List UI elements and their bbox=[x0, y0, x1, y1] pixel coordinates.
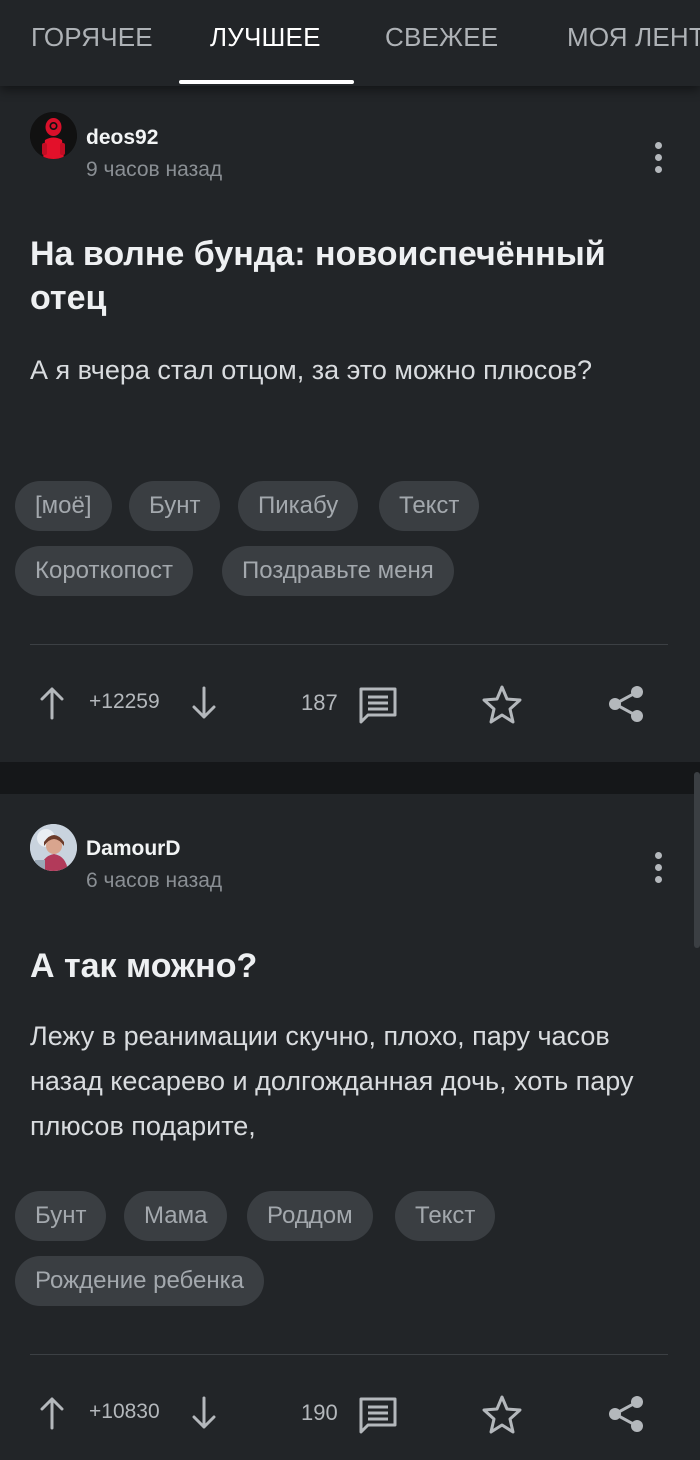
post-text: Лежу в реанимации скучно, плохо, пару ча… bbox=[30, 1021, 634, 1141]
post-card: deos92 9 часов назад На волне бунда: нов… bbox=[0, 86, 700, 762]
avatar[interactable] bbox=[30, 824, 77, 871]
more-vertical-icon[interactable] bbox=[648, 852, 670, 886]
more-vertical-icon[interactable] bbox=[648, 142, 670, 176]
star-icon[interactable] bbox=[481, 684, 523, 724]
post-actions: +12259 187 bbox=[0, 674, 700, 734]
tag-chip[interactable]: Роддом bbox=[247, 1191, 373, 1241]
comment-icon[interactable] bbox=[358, 686, 398, 724]
author-username[interactable]: deos92 bbox=[86, 126, 158, 150]
squid-game-guard-avatar-icon bbox=[30, 112, 77, 159]
post-time: 6 часов назад bbox=[86, 869, 223, 892]
comments-count[interactable]: 190 bbox=[301, 1400, 338, 1426]
user-photo-avatar-icon bbox=[30, 824, 77, 871]
rating-value: +10830 bbox=[89, 1400, 160, 1423]
scrollbar[interactable] bbox=[694, 772, 700, 948]
feed-tabs: ГОРЯЧЕЕ ЛУЧШЕЕ СВЕЖЕЕ МОЯ ЛЕНТА bbox=[0, 0, 700, 86]
active-tab-indicator bbox=[179, 80, 354, 84]
arrow-up-icon[interactable] bbox=[38, 686, 66, 720]
tag-chip[interactable]: Бунт bbox=[15, 1191, 107, 1241]
divider bbox=[30, 644, 668, 645]
divider bbox=[30, 1354, 668, 1355]
tag-chip[interactable]: Текст bbox=[379, 481, 480, 531]
post-actions: +10830 190 bbox=[0, 1384, 700, 1444]
post-title[interactable]: На волне бунда: новоиспечённый отец bbox=[30, 232, 680, 320]
rating-value: +12259 bbox=[89, 690, 160, 713]
tag-chip[interactable]: Поздравьте меня bbox=[222, 546, 454, 596]
tab-hot[interactable]: ГОРЯЧЕЕ bbox=[31, 22, 153, 53]
arrow-down-icon[interactable] bbox=[190, 1396, 218, 1430]
tag-chip[interactable]: Бунт bbox=[129, 481, 221, 531]
author-username[interactable]: DamourD bbox=[86, 837, 181, 861]
share-icon[interactable] bbox=[606, 1394, 646, 1434]
post-time: 9 часов назад bbox=[86, 158, 223, 181]
comments-count[interactable]: 187 bbox=[301, 690, 338, 716]
tag-chip[interactable]: Мама bbox=[124, 1191, 228, 1241]
avatar[interactable] bbox=[30, 112, 77, 159]
comment-icon[interactable] bbox=[358, 1396, 398, 1434]
tab-best[interactable]: ЛУЧШЕЕ bbox=[210, 22, 321, 53]
post-card: DamourD 6 часов назад А так можно? Лежу … bbox=[0, 794, 700, 1460]
tag-chip[interactable]: [моё] bbox=[15, 481, 112, 531]
tag-chip[interactable]: Рождение ребенка bbox=[15, 1256, 264, 1306]
tag-chip[interactable]: Пикабу bbox=[238, 481, 359, 531]
tab-my-feed[interactable]: МОЯ ЛЕНТА bbox=[567, 22, 700, 53]
tab-fresh[interactable]: СВЕЖЕЕ bbox=[385, 22, 498, 53]
tag-chip[interactable]: Короткопост bbox=[15, 546, 193, 596]
tag-chip[interactable]: Текст bbox=[395, 1191, 496, 1241]
arrow-down-icon[interactable] bbox=[190, 686, 218, 720]
star-icon[interactable] bbox=[481, 1394, 523, 1434]
post-title[interactable]: А так можно? bbox=[30, 944, 680, 988]
post-text: А я вчера стал отцом, за это можно плюсо… bbox=[30, 355, 592, 385]
arrow-up-icon[interactable] bbox=[38, 1396, 66, 1430]
share-icon[interactable] bbox=[606, 684, 646, 724]
